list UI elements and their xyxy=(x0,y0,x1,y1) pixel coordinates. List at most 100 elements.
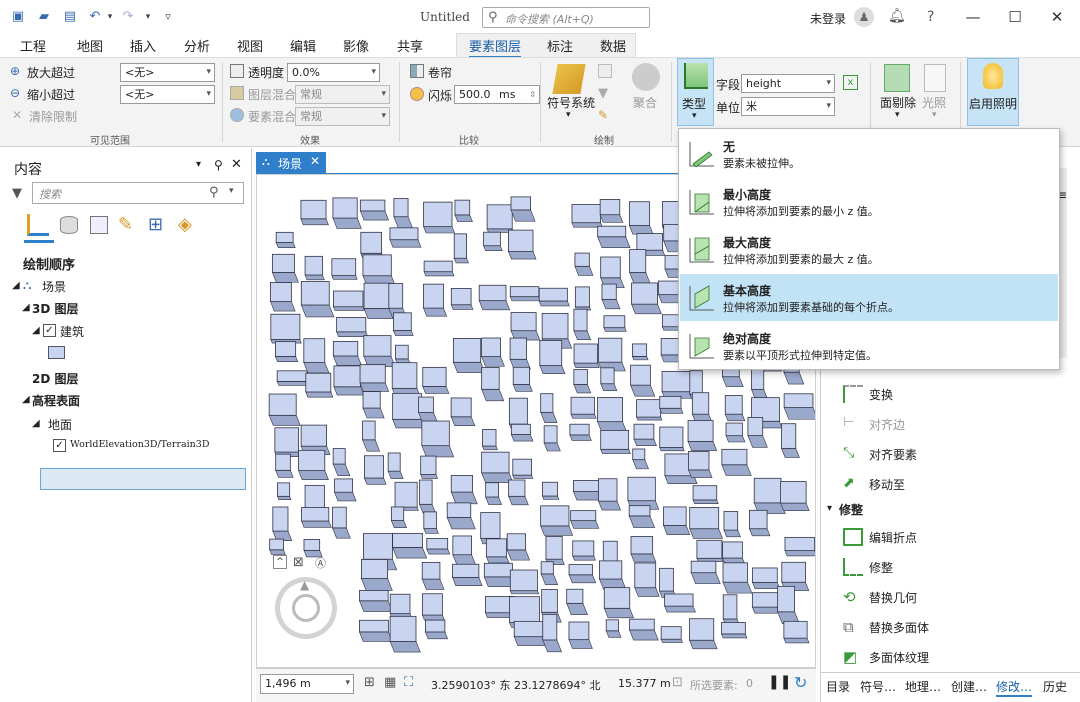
extrusion-option-max-height[interactable]: 最大高度 拉伸将添加到要素的最大 z 值。 xyxy=(680,226,1058,273)
layer-blend-select[interactable]: 常规 ▾ xyxy=(295,85,390,104)
collapse-section-icon[interactable]: ▾ xyxy=(827,503,832,514)
search-icon[interactable]: ⚲ xyxy=(209,185,219,200)
redo-icon[interactable]: ↷ xyxy=(120,10,136,24)
save-icon[interactable]: ▤ xyxy=(62,10,78,24)
tool-align-features[interactable]: 对齐要素 xyxy=(869,446,917,463)
elevation-surfaces-node[interactable]: 高程表面 xyxy=(32,392,80,409)
fixed-zoom-icon[interactable]: Ⓐ xyxy=(315,555,326,571)
undo-dropdown-icon[interactable]: ▾ xyxy=(102,10,118,24)
tab-labeling[interactable]: 标注 xyxy=(547,36,573,55)
contents-search-input[interactable]: 搜索 ⚲ ▾ xyxy=(32,182,244,204)
terrain-layer-name[interactable]: WorldElevation3D/Terrain3D xyxy=(70,439,209,450)
tool-reshape[interactable]: 修整 xyxy=(869,559,893,576)
snapping-icon[interactable]: ⊞ xyxy=(364,675,375,690)
layers-2d-node[interactable]: 2D 图层 xyxy=(32,370,79,387)
tab-catalog[interactable]: 目录 xyxy=(826,678,850,695)
tab-edit[interactable]: 编辑 xyxy=(290,36,316,55)
notification-bell-icon[interactable]: 🔔︎ xyxy=(888,8,906,24)
terrain-visibility-checkbox[interactable]: ✓ xyxy=(53,439,66,452)
list-by-snapping-icon[interactable]: ⊞ xyxy=(148,214,163,235)
maximize-button[interactable]: ☐ xyxy=(1004,6,1026,28)
tab-map[interactable]: 地图 xyxy=(77,36,103,55)
avatar[interactable]: ♟ xyxy=(854,7,874,27)
building-visibility-checkbox[interactable]: ✓ xyxy=(43,324,56,337)
symbology-button[interactable]: 符号系统 xyxy=(547,94,595,111)
tool-replace-geometry[interactable]: 替换几何 xyxy=(869,589,917,606)
building-layer-row[interactable] xyxy=(40,468,246,490)
zoom-in-beyond-select[interactable]: <无> ▾ xyxy=(120,63,215,82)
tab-symbology[interactable]: 符号… xyxy=(860,678,896,695)
new-project-icon[interactable]: ▣ xyxy=(10,10,26,24)
layers-3d-node[interactable]: 3D 图层 xyxy=(32,300,79,317)
tab-share[interactable]: 共享 xyxy=(397,36,423,55)
extrusion-type-button[interactable]: 类型 ▾ xyxy=(677,58,714,126)
expand-icon[interactable]: ◢ xyxy=(32,418,40,429)
tab-create-features[interactable]: 创建… xyxy=(951,678,987,695)
expand-icon[interactable]: ◢ xyxy=(12,280,20,291)
tool-transform[interactable]: 变换 xyxy=(869,386,893,403)
tool-align-edge[interactable]: 对齐边 xyxy=(869,416,905,433)
tool-replace-multipatch[interactable]: 替换多面体 xyxy=(869,619,929,636)
sign-in-status[interactable]: 未登录 xyxy=(810,10,846,27)
tool-move-to[interactable]: 移动至 xyxy=(869,476,905,493)
feature-blend-select[interactable]: 常规 ▾ xyxy=(295,107,390,126)
redo-dropdown-icon[interactable]: ▾ xyxy=(140,10,156,24)
tab-scene[interactable]: ⛬ 场景 ✕ xyxy=(256,152,326,174)
scale-select[interactable]: 1,496 m ▾ xyxy=(260,674,354,694)
list-by-labeling-icon[interactable]: ◈ xyxy=(178,214,192,235)
tool-multipatch-texture[interactable]: 多面体纹理 xyxy=(869,649,929,666)
reshape-section-heading[interactable]: 修整 xyxy=(839,501,863,518)
close-button[interactable]: ✕ xyxy=(1046,6,1068,28)
expand-icon[interactable]: ◢ xyxy=(22,302,30,313)
open-folder-icon[interactable]: ▰ xyxy=(36,10,52,24)
extrusion-option-min-height[interactable]: 最小高度 拉伸将添加到要素的最小 z 值。 xyxy=(680,178,1058,225)
pane-menu-icon[interactable]: ▾ xyxy=(196,159,201,170)
tab-insert[interactable]: 插入 xyxy=(130,36,156,55)
grid-icon[interactable]: ▦ xyxy=(384,675,396,690)
tool-edit-vertices[interactable]: 编辑折点 xyxy=(869,529,917,546)
navigator-inner-ring[interactable] xyxy=(292,594,320,622)
list-by-selection-icon[interactable] xyxy=(90,216,108,234)
extrusion-option-base-height[interactable]: 基本高度 拉伸将添加到要素基础的每个折点。 xyxy=(680,274,1058,321)
tab-view[interactable]: 视图 xyxy=(237,36,263,55)
command-search-input[interactable]: ⚲ 命令搜索 (Alt+Q) xyxy=(482,7,650,28)
scene-node[interactable]: 场景 xyxy=(42,278,66,295)
expand-icon[interactable]: ◢ xyxy=(32,325,40,336)
tab-feature-layer[interactable]: 要素图层 xyxy=(469,36,522,58)
help-icon[interactable]: ? xyxy=(927,9,934,25)
expression-icon[interactable]: x xyxy=(843,75,858,90)
building-symbol-swatch[interactable] xyxy=(48,346,65,359)
chevron-down-icon[interactable]: ▾ xyxy=(229,186,234,196)
extrusion-unit-select[interactable]: 米 ▾ xyxy=(741,97,835,116)
spinner-icon[interactable]: ⇳ xyxy=(529,86,536,103)
list-by-source-icon[interactable] xyxy=(60,216,78,234)
pin-icon[interactable]: ⚲ xyxy=(214,158,223,172)
list-by-drawing-order-icon[interactable] xyxy=(27,214,49,236)
flicker-interval-input[interactable]: 500.0 ms ⇳ xyxy=(454,85,540,104)
tab-data[interactable]: 数据 xyxy=(600,36,626,55)
swipe-button[interactable]: 卷帘 xyxy=(428,64,452,81)
list-by-editing-icon[interactable]: ✎ xyxy=(118,214,133,235)
tab-imagery[interactable]: 影像 xyxy=(343,36,369,55)
enable-lighting-button[interactable]: 启用照明 xyxy=(967,58,1019,126)
tab-geoprocessing[interactable]: 地理… xyxy=(905,678,941,695)
customize-toolbar-icon[interactable]: ▿ xyxy=(160,10,176,24)
zoom-out-beyond-select[interactable]: <无> ▾ xyxy=(120,85,215,104)
transparency-input[interactable]: 0.0% ▾ xyxy=(287,63,380,82)
expand-icon[interactable]: ◢ xyxy=(22,394,30,405)
coordinate-system-icon[interactable]: ⛶ xyxy=(404,675,413,690)
tab-analysis[interactable]: 分析 xyxy=(184,36,210,55)
extrusion-option-absolute-height[interactable]: 绝对高度 要素以平顶形式拉伸到特定值。 xyxy=(680,322,1058,369)
clear-limits-label[interactable]: 清除限制 xyxy=(29,108,77,125)
aggregate-button[interactable]: 聚合 xyxy=(633,94,657,111)
full-extent-icon[interactable]: ⊠ xyxy=(293,555,304,570)
filter-icon[interactable]: ▼ xyxy=(12,186,22,201)
minimize-button[interactable]: — xyxy=(962,6,984,28)
undo-icon[interactable]: ↶ xyxy=(87,10,103,24)
pause-drawing-icon[interactable]: ❚❚ xyxy=(768,674,791,690)
zoom-out-beyond-label[interactable]: 缩小超过 xyxy=(27,86,75,103)
tab-history[interactable]: 历史 xyxy=(1043,678,1067,695)
close-pane-icon[interactable]: ✕ xyxy=(231,157,242,172)
extrusion-option-none[interactable]: 无 要素未被拉伸。 xyxy=(680,130,1058,177)
close-tab-icon[interactable]: ✕ xyxy=(310,154,320,168)
